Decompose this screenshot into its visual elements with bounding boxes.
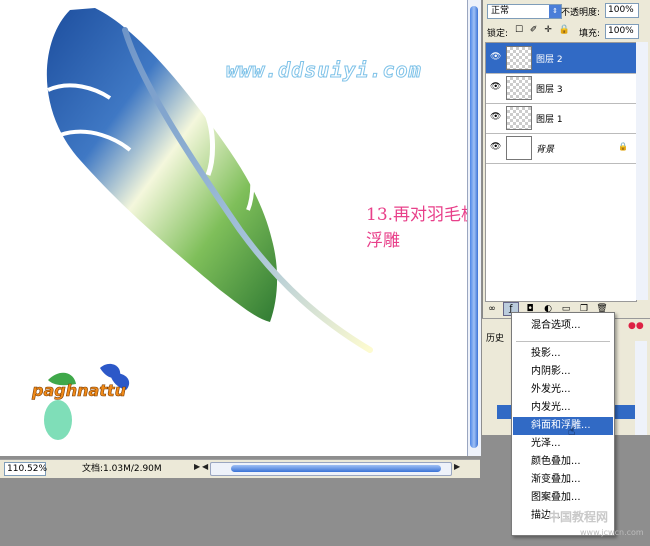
panel-close-icon[interactable]: ●● bbox=[628, 321, 648, 331]
layer-thumbnail bbox=[506, 76, 532, 100]
chevron-down-icon[interactable]: ⇕ bbox=[549, 5, 561, 18]
butterfly-logo-icon: paghnattu bbox=[31, 363, 130, 440]
canvas-horizontal-scrollbar[interactable] bbox=[210, 462, 452, 476]
layer-row-layer3[interactable]: 👁 图层 3 bbox=[486, 73, 636, 104]
zoom-level-field[interactable]: 110.52% bbox=[4, 462, 47, 476]
layer-list-scrollbar[interactable] bbox=[636, 42, 648, 300]
menu-item-inner-glow[interactable]: 内发光... bbox=[513, 399, 613, 417]
history-scrollbar[interactable] bbox=[635, 341, 647, 435]
eye-icon[interactable]: 👁 bbox=[490, 142, 501, 152]
eye-icon[interactable]: 👁 bbox=[490, 112, 501, 122]
lock-icon: 🔒 bbox=[618, 142, 628, 151]
menu-item-pattern-overlay[interactable]: 图案叠加... bbox=[513, 489, 613, 507]
document-size-info[interactable]: 文档:1.03M/2.90M bbox=[82, 463, 192, 475]
menu-item-drop-shadow[interactable]: 投影... bbox=[513, 345, 613, 363]
layer-row-layer2[interactable]: 👁 图层 2 bbox=[486, 43, 636, 74]
layers-panel: 正常 ⇕ 不透明度: 100% 锁定: ☐ ✐ ✛ 🔒 填充: 100% 👁 图… bbox=[482, 0, 650, 318]
mouse-cursor-icon: ☝ bbox=[568, 424, 576, 438]
lock-options-icons[interactable]: ☐ ✐ ✛ 🔒 bbox=[515, 25, 572, 35]
fill-input[interactable]: 100% bbox=[605, 24, 639, 39]
annotation-line-1: 13.再对羽毛梗进行斜面 bbox=[366, 205, 467, 225]
menu-item-inner-shadow[interactable]: 内阴影... bbox=[513, 363, 613, 381]
layer-name: 图层 1 bbox=[536, 115, 563, 125]
logo-text: paghnattu bbox=[31, 381, 126, 400]
scroll-right-arrow-icon[interactable]: ▶ bbox=[454, 462, 460, 471]
opacity-label: 不透明度: bbox=[561, 8, 601, 18]
layer-thumbnail bbox=[506, 136, 532, 160]
layer-thumbnail bbox=[506, 46, 532, 70]
horizontal-scroll-thumb[interactable] bbox=[231, 465, 441, 472]
scroll-left-arrow-icon[interactable]: ◀ bbox=[202, 462, 208, 471]
menu-item-blending-options[interactable]: 混合选项... bbox=[513, 317, 613, 335]
step-annotation: 13.再对羽毛梗进行斜面 浮雕 bbox=[366, 202, 467, 254]
lock-label: 锁定: bbox=[487, 29, 509, 39]
link-layers-icon[interactable]: ∞ bbox=[485, 303, 499, 315]
menu-item-outer-glow[interactable]: 外发光... bbox=[513, 381, 613, 399]
eye-icon[interactable]: 👁 bbox=[490, 82, 501, 92]
eye-icon[interactable]: 👁 bbox=[490, 52, 501, 62]
menu-item-color-overlay[interactable]: 颜色叠加... bbox=[513, 453, 613, 471]
layer-name: 图层 2 bbox=[536, 55, 563, 65]
layer-name: 背景 bbox=[536, 145, 555, 155]
watermark-url: www.ddsuiyi.com bbox=[226, 58, 422, 83]
layer-list: 👁 图层 2 👁 图层 3 👁 图层 1 👁 背景 🔒 bbox=[485, 42, 637, 302]
menu-separator bbox=[516, 341, 610, 342]
layer-thumbnail bbox=[506, 106, 532, 130]
document-canvas[interactable]: www.ddsuiyi.com 13.再对羽毛梗进行斜面 浮雕 paghnatt… bbox=[0, 0, 467, 456]
site-name: 中国教程网 bbox=[548, 510, 609, 524]
vertical-scroll-thumb[interactable] bbox=[470, 6, 478, 448]
menu-item-bevel-emboss[interactable]: 斜面和浮雕... bbox=[513, 417, 613, 435]
blend-mode-select[interactable]: 正常 ⇕ bbox=[487, 4, 562, 19]
layer-name: 图层 3 bbox=[536, 85, 563, 95]
blend-mode-value: 正常 bbox=[491, 6, 510, 16]
menu-item-gradient-overlay[interactable]: 渐变叠加... bbox=[513, 471, 613, 489]
menu-item-satin[interactable]: 光泽... bbox=[513, 435, 613, 453]
fill-label: 填充: bbox=[579, 29, 601, 39]
status-menu-arrow-icon[interactable]: ▶ bbox=[194, 462, 200, 471]
layer-style-menu: 混合选项... 投影... 内阴影... 外发光... 内发光... 斜面和浮雕… bbox=[511, 312, 615, 536]
tab-history[interactable]: 历史 bbox=[486, 331, 504, 344]
opacity-input[interactable]: 100% bbox=[605, 3, 639, 18]
annotation-line-2: 浮雕 bbox=[366, 231, 400, 251]
canvas-vertical-scrollbar[interactable] bbox=[467, 0, 481, 456]
layer-row-layer1[interactable]: 👁 图层 1 bbox=[486, 103, 636, 134]
site-url: www.jcwcn.com bbox=[580, 528, 644, 537]
layer-row-background[interactable]: 👁 背景 🔒 bbox=[486, 133, 636, 164]
document-status-bar: 110.52% 文档:1.03M/2.90M ▶ ◀ ▶ bbox=[0, 459, 480, 478]
brand-logo: paghnattu bbox=[30, 360, 160, 450]
